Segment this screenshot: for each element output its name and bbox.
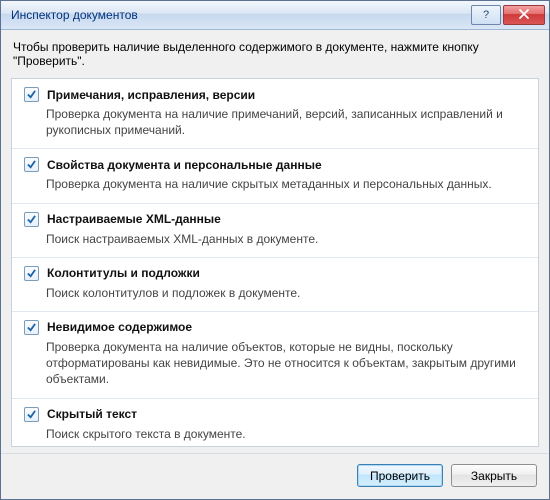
option-desc: Проверка документа на наличие скрытых ме… [46,176,526,192]
option-header: Свойства документа и персональные данные [24,157,526,172]
checkbox[interactable] [24,407,39,422]
option-comments-revisions: Примечания, исправления, версии Проверка… [12,79,538,149]
option-desc: Проверка документа на наличие объектов, … [46,339,526,388]
check-icon [27,323,36,332]
option-doc-properties: Свойства документа и персональные данные… [12,149,538,203]
option-title: Примечания, исправления, версии [47,88,255,102]
option-header: Настраиваемые XML-данные [24,212,526,227]
help-button[interactable]: ? [471,5,501,25]
titlebar-buttons: ? [469,5,545,25]
help-icon: ? [483,9,489,21]
option-title: Невидимое содержимое [47,320,192,334]
option-desc: Проверка документа на наличие примечаний… [46,106,526,138]
option-title: Свойства документа и персональные данные [47,158,322,172]
option-header: Примечания, исправления, версии [24,87,526,102]
checkbox[interactable] [24,320,39,335]
options-panel: Примечания, исправления, версии Проверка… [11,78,539,447]
option-header: Скрытый текст [24,407,526,422]
option-header: Колонтитулы и подложки [24,266,526,281]
option-desc: Поиск колонтитулов и подложек в документ… [46,285,526,301]
dialog-window: Инспектор документов ? Чтобы проверить н… [0,0,550,500]
option-title: Скрытый текст [47,407,137,421]
option-desc: Поиск скрытого текста в документе. [46,426,526,442]
window-title: Инспектор документов [11,8,469,22]
check-icon [27,160,36,169]
close-button[interactable]: Закрыть [451,464,537,487]
instruction-text: Чтобы проверить наличие выделенного соде… [1,30,549,74]
check-icon [27,90,36,99]
checkbox[interactable] [24,157,39,172]
option-desc: Поиск настраиваемых XML-данных в докумен… [46,231,526,247]
option-hidden-text: Скрытый текст Поиск скрытого текста в до… [12,399,538,448]
checkbox[interactable] [24,266,39,281]
checkbox[interactable] [24,87,39,102]
check-icon [27,269,36,278]
check-icon [27,215,36,224]
titlebar: Инспектор документов ? [1,1,549,30]
option-custom-xml: Настраиваемые XML-данные Поиск настраива… [12,204,538,258]
option-title: Настраиваемые XML-данные [47,212,221,226]
inspect-button[interactable]: Проверить [357,464,443,487]
close-window-button[interactable] [503,5,545,25]
option-header: Невидимое содержимое [24,320,526,335]
option-title: Колонтитулы и подложки [47,266,200,280]
button-row: Проверить Закрыть [1,453,549,499]
option-invisible-content: Невидимое содержимое Проверка документа … [12,312,538,399]
option-headers-footers: Колонтитулы и подложки Поиск колонтитуло… [12,258,538,312]
check-icon [27,410,36,419]
checkbox[interactable] [24,212,39,227]
close-icon [519,9,529,22]
